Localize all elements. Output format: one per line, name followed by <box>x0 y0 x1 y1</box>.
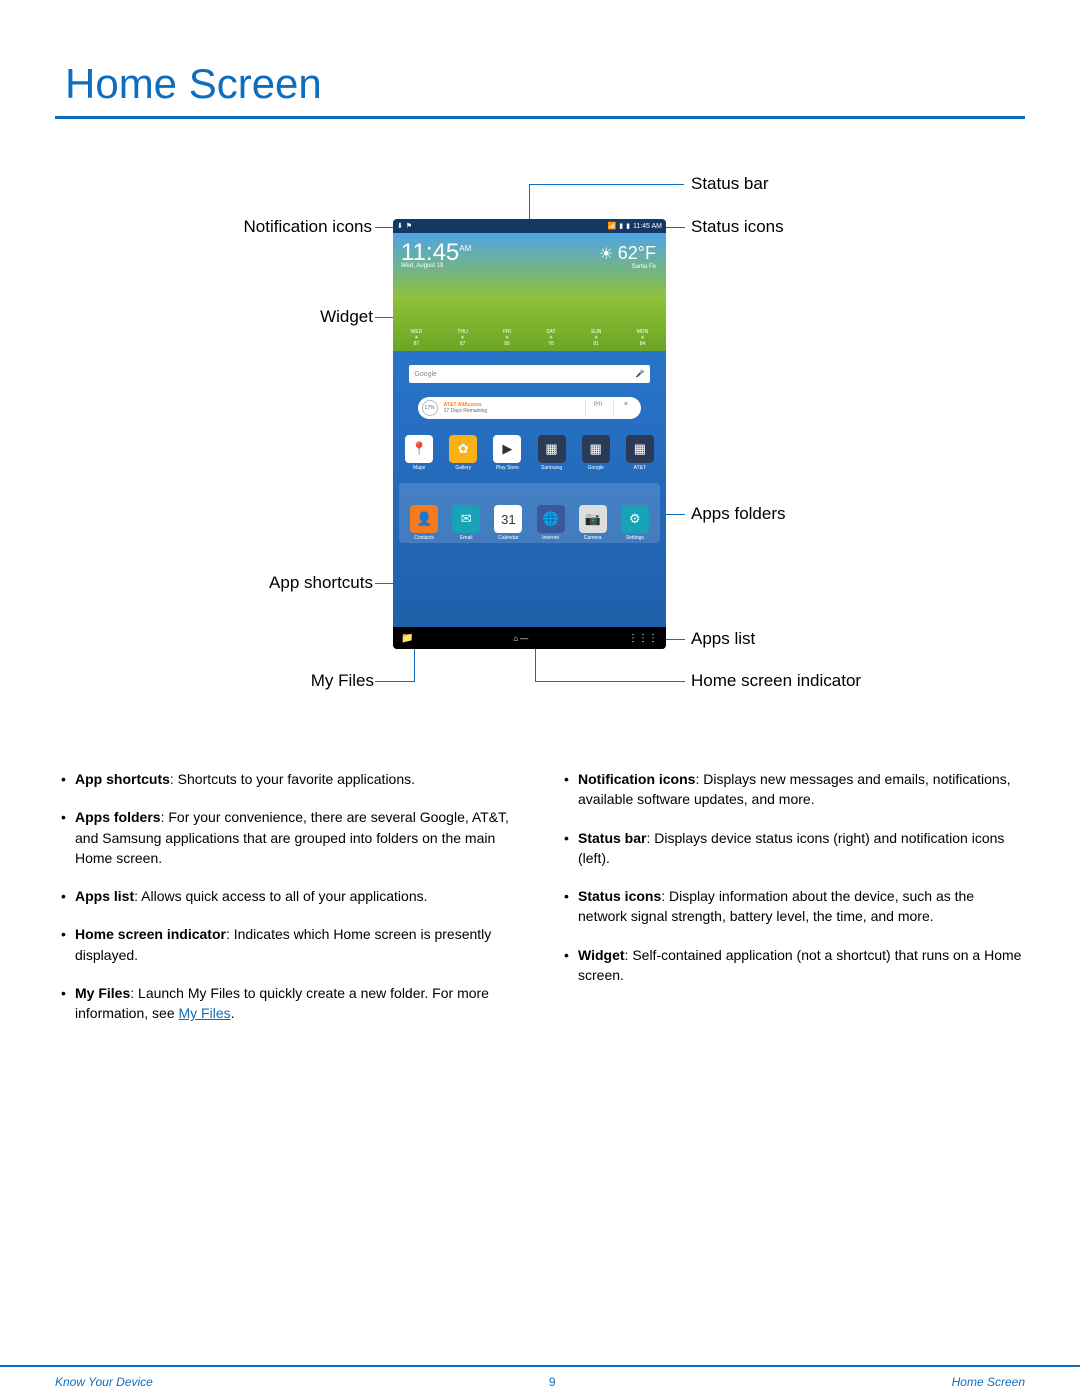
app-row: 📍Maps ✿Gallery ▶Play Store ▦Samsung ▦Google ▦… <box>393 435 666 471</box>
title-rule <box>55 116 1025 119</box>
app-samsung[interactable]: ▦Samsung <box>537 435 567 471</box>
forecast-row: WED☀87THU☀87FRI☀80SAT☀78SUN☀81MON☀84 <box>393 329 666 347</box>
desc-item: Notification icons: Displays new message… <box>558 769 1025 810</box>
desc-item: Home screen indicator: Indicates which H… <box>55 924 522 965</box>
app-google[interactable]: ▦Google <box>581 435 611 471</box>
desc-item: Apps folders: For your convenience, ther… <box>55 807 522 868</box>
clock-time: 11:45 <box>401 239 459 266</box>
hotspot-icon[interactable]: ((•)) <box>585 401 609 415</box>
footer-right: Home Screen <box>952 1375 1025 1389</box>
app-email[interactable]: ✉Email <box>451 505 481 541</box>
clock-weather-widget[interactable]: 11:45AM Wed, August 19 ☀ 62°F Santa Fe W… <box>393 233 666 351</box>
app-play-store[interactable]: ▶Play Store <box>492 435 522 471</box>
wifi-icon: 📶 <box>608 222 617 230</box>
app-settings[interactable]: ⚙Settings <box>620 505 650 541</box>
usage-pct: 17% <box>425 405 435 411</box>
weather-icon: ☀ <box>599 246 613 263</box>
pill-days: 17 Days Remaining <box>444 408 488 414</box>
footer-left: Know Your Device <box>55 1375 153 1389</box>
my-files-icon[interactable]: 📁 <box>401 633 413 644</box>
status-time: 11:45 AM <box>633 223 662 230</box>
desc-list-right: Notification icons: Displays new message… <box>558 769 1025 985</box>
google-search[interactable]: Google 🎤 <box>409 365 649 383</box>
nav-bar: 📁 ⌂ — ⋮⋮⋮ <box>393 627 666 649</box>
footer-page: 9 <box>549 1375 556 1389</box>
notif-icon: ⬇ <box>397 222 403 230</box>
desc-item: Apps list: Allows quick access to all of… <box>55 886 522 906</box>
desc-list-left: App shortcuts: Shortcuts to your favorit… <box>55 769 522 1024</box>
app-camera[interactable]: 📷Camera <box>578 505 608 541</box>
apps-list-icon[interactable]: ⋮⋮⋮ <box>628 633 658 644</box>
att-widget[interactable]: 17% AT&T AllAccess 17 Days Remaining ((•… <box>418 397 642 419</box>
label-home-indicator: Home screen indicator <box>691 671 861 691</box>
app-at&t[interactable]: ▦AT&T <box>625 435 655 471</box>
status-bar: ⬇ ⚑ 📶 ▮ ▮ 11:45 AM <box>393 219 666 233</box>
desc-item: Status icons: Display information about … <box>558 886 1025 927</box>
notif-icon: ⚑ <box>406 222 412 230</box>
weather-temp: 62°F <box>618 243 656 263</box>
wifi-tile-icon[interactable]: ≋ <box>613 401 637 415</box>
desc-item: My Files: Launch My Files to quickly cre… <box>55 983 522 1024</box>
signal-icon: ▮ <box>619 222 623 230</box>
label-notification-icons: Notification icons <box>218 217 372 237</box>
app-calendar[interactable]: 31Calendar <box>493 505 523 541</box>
app-maps[interactable]: 📍Maps <box>404 435 434 471</box>
battery-icon: ▮ <box>626 222 630 230</box>
desc-item: Widget: Self-contained application (not … <box>558 945 1025 986</box>
clock-ampm: AM <box>459 244 471 253</box>
link-my-files[interactable]: My Files <box>179 1005 231 1021</box>
home-indicator[interactable]: ⌂ — <box>513 634 528 643</box>
label-apps-list: Apps list <box>691 629 755 649</box>
device-screenshot: ⬇ ⚑ 📶 ▮ ▮ 11:45 AM 11:45AM Wed, August 1… <box>393 219 666 649</box>
label-app-shortcuts: App shortcuts <box>235 573 373 593</box>
app-contacts[interactable]: 👤Contacts <box>409 505 439 541</box>
dock: 👤Contacts ✉Email 31Calendar 🌐Internet 📷Camer… <box>399 483 660 543</box>
search-placeholder: Google <box>414 371 437 378</box>
footer: Know Your Device 9 Home Screen <box>0 1365 1080 1397</box>
label-widget: Widget <box>293 307 373 327</box>
page-title: Home Screen <box>65 60 1025 108</box>
desc-item: Status bar: Displays device status icons… <box>558 828 1025 869</box>
desc-item: App shortcuts: Shortcuts to your favorit… <box>55 769 522 789</box>
app-gallery[interactable]: ✿Gallery <box>448 435 478 471</box>
app-internet[interactable]: 🌐Internet <box>536 505 566 541</box>
weather-location: Santa Fe <box>599 264 656 270</box>
diagram: Status bar Status icons Apps folders App… <box>55 179 1025 739</box>
label-apps-folders: Apps folders <box>691 504 786 524</box>
label-status-icons: Status icons <box>691 217 784 237</box>
label-my-files: My Files <box>279 671 374 691</box>
label-status-bar: Status bar <box>691 174 769 194</box>
mic-icon[interactable]: 🎤 <box>636 370 645 378</box>
clock-date: Wed, August 19 <box>401 263 471 269</box>
